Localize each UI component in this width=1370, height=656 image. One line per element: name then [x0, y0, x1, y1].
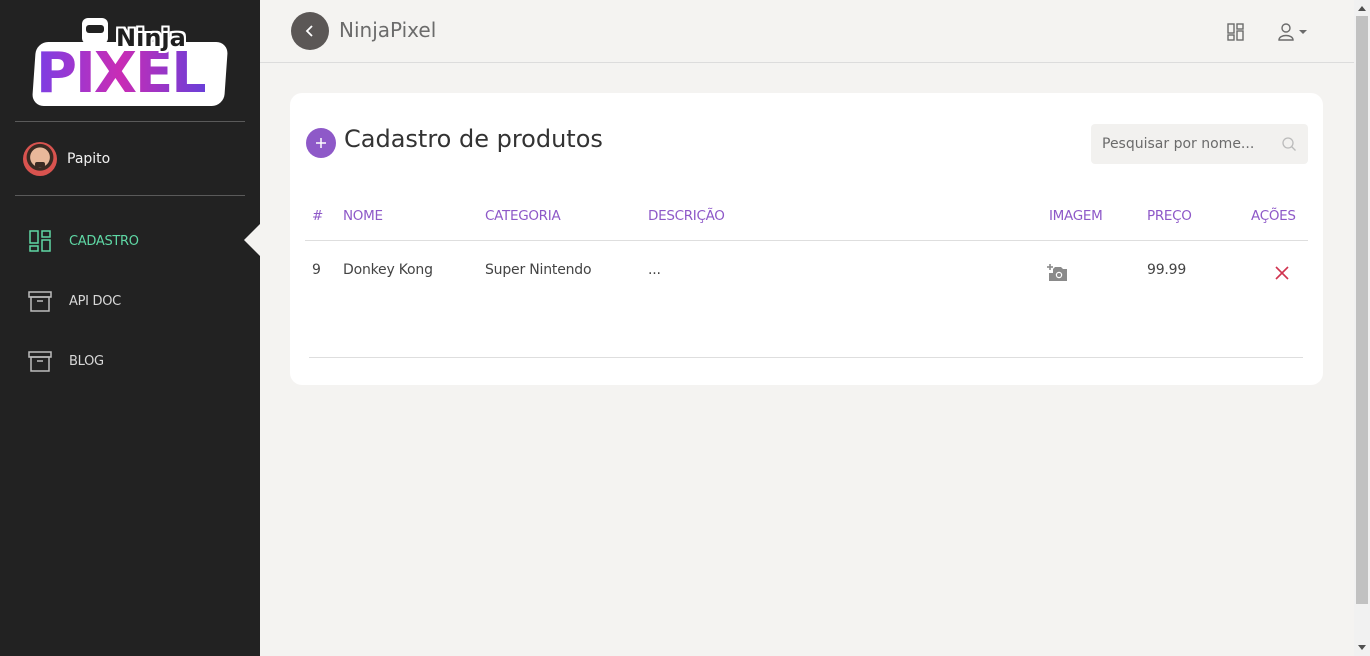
- topbar: NinjaPixel: [260, 0, 1354, 63]
- page-title: NinjaPixel: [339, 18, 437, 42]
- cell-id: 9: [312, 262, 321, 278]
- archive-box-icon: [28, 351, 52, 372]
- sidebar-item-label: BLOG: [69, 353, 104, 369]
- scroll-down-arrow-icon[interactable]: [1354, 640, 1370, 656]
- search-input[interactable]: [1102, 136, 1282, 152]
- avatar: [23, 142, 57, 176]
- column-header-image: IMAGEM: [1049, 208, 1103, 224]
- plus-icon: [316, 138, 326, 148]
- cell-description: ...: [648, 262, 661, 278]
- column-header-category: CATEGORIA: [485, 208, 561, 224]
- add-photo-icon[interactable]: [1047, 263, 1069, 283]
- column-header-actions: AÇÕES: [1251, 208, 1296, 224]
- sidebar-item-label: API DOC: [69, 293, 121, 309]
- cell-name: Donkey Kong: [343, 262, 433, 278]
- ninja-head-icon: [82, 18, 108, 44]
- sidebar-item-cadastro[interactable]: CADASTRO: [28, 226, 139, 256]
- scroll-up-arrow-icon[interactable]: [1354, 0, 1370, 16]
- user-profile[interactable]: Papito: [23, 142, 110, 176]
- cell-category: Super Nintendo: [485, 262, 592, 278]
- back-button[interactable]: [291, 12, 329, 50]
- products-card: Cadastro de produtos # NOME CATEGORIA DE…: [290, 93, 1323, 385]
- ninjapixel-logo[interactable]: PIXEL Ninja: [30, 10, 230, 110]
- table-footer-divider: [309, 357, 1303, 358]
- dashboard-icon[interactable]: [1226, 22, 1246, 42]
- column-header-description: DESCRIÇÃO: [648, 208, 725, 224]
- column-header-name: NOME: [343, 208, 383, 224]
- user-name: Papito: [67, 151, 111, 167]
- sidebar: PIXEL Ninja Papito CADASTRO API DOC BLOG: [0, 0, 260, 656]
- table-header-divider: [305, 240, 1308, 241]
- sidebar-item-blog[interactable]: BLOG: [28, 346, 104, 376]
- sidebar-item-label: CADASTRO: [69, 233, 139, 249]
- add-product-button[interactable]: [306, 128, 336, 158]
- column-header-id: #: [312, 208, 324, 224]
- cell-price: 99.99: [1147, 262, 1187, 278]
- search-box: [1091, 124, 1308, 164]
- archive-box-icon: [28, 291, 52, 312]
- dashboard-icon: [29, 230, 51, 252]
- user-icon: [1278, 23, 1294, 41]
- scrollbar-thumb[interactable]: [1356, 16, 1368, 604]
- logo-pixel-text: PIXEL: [36, 41, 207, 106]
- card-title: Cadastro de produtos: [344, 125, 603, 153]
- sidebar-divider: [15, 195, 245, 196]
- chevron-left-icon: [305, 25, 313, 37]
- search-icon[interactable]: [1281, 136, 1297, 152]
- active-nav-indicator: [244, 224, 260, 256]
- user-menu-button[interactable]: [1277, 22, 1309, 42]
- logo-ninja-text: Ninja: [116, 24, 186, 52]
- caret-down-icon: [1299, 30, 1307, 34]
- column-header-price: PREÇO: [1147, 208, 1192, 224]
- sidebar-item-api-doc[interactable]: API DOC: [28, 286, 121, 316]
- delete-icon[interactable]: [1273, 264, 1291, 282]
- sidebar-divider: [15, 121, 245, 122]
